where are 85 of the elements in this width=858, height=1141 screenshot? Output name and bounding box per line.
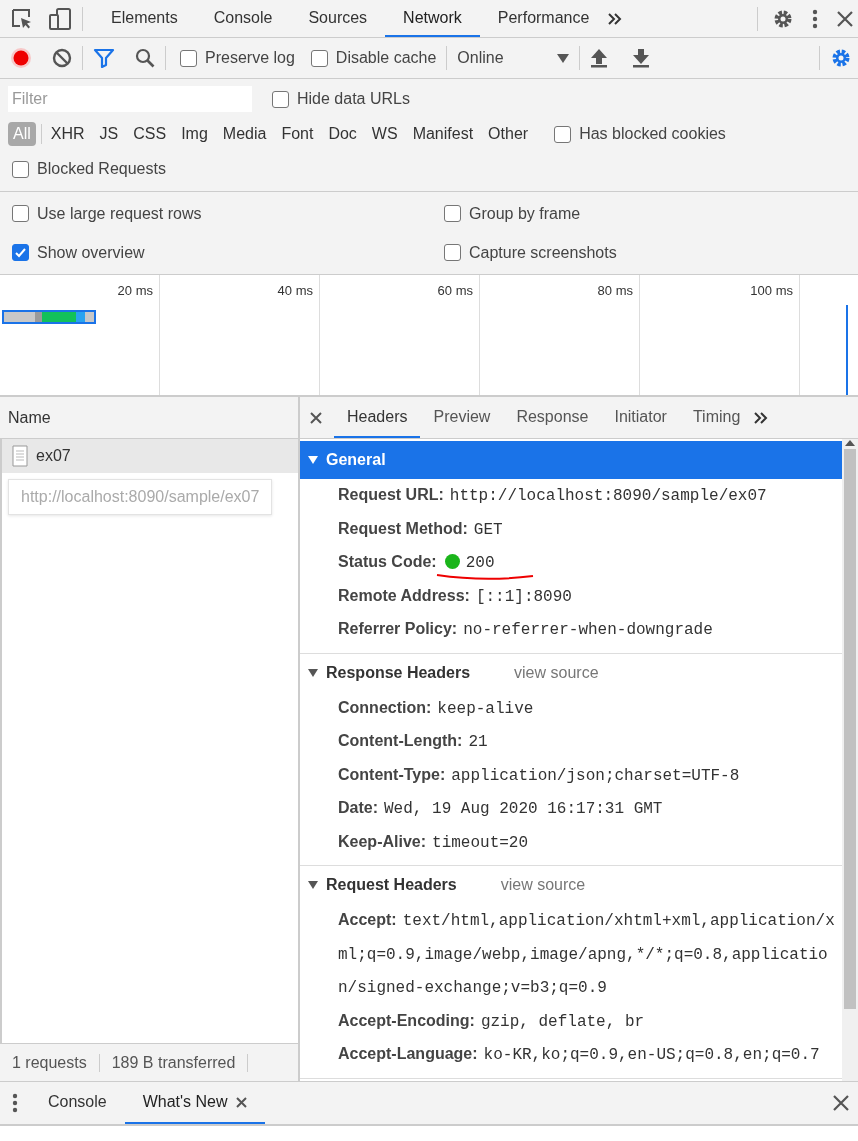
header-line: Accept-Encoding: gzip, deflate, br [337, 1010, 646, 1033]
panel-tab[interactable]: Elements [93, 0, 196, 37]
clear-icon[interactable] [52, 48, 72, 68]
panel-tab[interactable]: Sources [290, 0, 386, 37]
checkmark-icon [14, 246, 27, 259]
column-header[interactable]: Name [0, 397, 298, 439]
time-tick-label: 60 ms [437, 283, 473, 298]
more-options-icon[interactable] [812, 7, 818, 30]
type-filter[interactable]: Img [176, 122, 213, 146]
url-tooltip: http://localhost:8090/sample/ex07 [8, 479, 273, 515]
checkbox[interactable]: Has blocked cookies [554, 125, 726, 143]
close-icon[interactable] [832, 1094, 850, 1112]
detail-tab[interactable]: Initiator [601, 397, 680, 438]
close-icon[interactable] [836, 9, 854, 28]
close-icon[interactable] [310, 411, 322, 424]
type-filter[interactable]: Other [483, 122, 534, 146]
search-icon[interactable] [135, 48, 155, 68]
section-header[interactable]: General [300, 441, 842, 479]
type-filter[interactable]: WS [366, 122, 403, 146]
header-line: Content-Length: 21 [337, 731, 489, 753]
header-line: Keep-Alive: timeout=20 [337, 831, 530, 854]
view-source-link[interactable]: view source [514, 663, 599, 682]
type-filter[interactable]: Font [276, 122, 319, 146]
checkbox[interactable]: Blocked Requests [12, 160, 166, 178]
scrollbar[interactable] [842, 439, 858, 1081]
view-source-link[interactable]: view source [500, 876, 586, 894]
checkbox[interactable]: Show overview [12, 233, 444, 272]
header-line: Date: Wed, 19 Aug 2020 16:17:31 GMT [337, 798, 664, 820]
type-filter[interactable]: Manifest [407, 122, 479, 146]
document-icon [12, 445, 28, 467]
request-row[interactable]: ex07 [2, 439, 298, 473]
checkbox[interactable]: Preserve log [180, 49, 295, 67]
status-text: 189 B transferred [99, 1053, 249, 1072]
upload-icon[interactable] [590, 48, 609, 68]
header-line: Content-Type: application/json;charset=UTF-8 [337, 764, 741, 787]
expand-triangle-icon [308, 880, 318, 890]
close-icon[interactable] [235, 1096, 247, 1108]
settings-icon[interactable] [830, 47, 852, 69]
detail-tab[interactable]: Response [503, 397, 602, 438]
record-icon[interactable] [10, 47, 32, 69]
type-filter[interactable]: CSS [128, 122, 172, 146]
header-line: Request URL: http://localhost:8090/sample/ex07 [337, 485, 768, 507]
expand-triangle-icon [308, 667, 318, 678]
panel-tab[interactable]: Console [195, 0, 291, 37]
checkbox[interactable]: Hide data URLs [272, 90, 410, 108]
checkbox[interactable]: Group by frame [444, 194, 846, 233]
request-name: ex07 [36, 447, 71, 465]
chevrons-icon[interactable] [607, 10, 624, 27]
checkbox[interactable]: Use large request rows [12, 194, 444, 233]
time-tick-label: 20 ms [117, 283, 153, 298]
checkbox[interactable]: Capture screenshots [444, 233, 846, 272]
type-filter[interactable]: Doc [323, 122, 362, 146]
detail-tab[interactable]: Timing [679, 397, 754, 438]
detail-tab[interactable]: Preview [420, 397, 504, 438]
scroll-up-arrow-icon[interactable] [845, 439, 855, 447]
filter-icon[interactable] [93, 48, 115, 68]
time-tick-label: 40 ms [277, 283, 313, 298]
device-icon[interactable] [48, 6, 72, 31]
detail-tab[interactable]: Headers [334, 397, 421, 438]
section-header[interactable]: Response Headers view source [300, 653, 842, 692]
download-icon[interactable] [632, 48, 651, 68]
header-line: Accept-Language: ko-KR,ko;q=0.9,en-US;q=0.8,en;q=0.7 [337, 1044, 821, 1066]
status-text: 1 requests [0, 1053, 100, 1072]
panel-tab[interactable]: Performance [479, 0, 608, 37]
checkbox[interactable]: Disable cache [310, 49, 437, 67]
header-name: Status Code: [338, 553, 437, 570]
header-line: Remote Address: [::1]:8090 [337, 585, 573, 608]
chevrons-icon[interactable] [753, 409, 770, 426]
section-header[interactable]: Request Headers view source [300, 866, 842, 904]
type-filter[interactable]: XHR [45, 122, 90, 146]
header-line: Request Method: GET [337, 518, 504, 541]
header-line: Connection: keep-alive [337, 697, 535, 720]
status-dot-icon [444, 554, 460, 569]
filter-field[interactable]: Filter [8, 86, 252, 112]
time-tick-label: 100 ms [750, 283, 793, 298]
drawer-tab[interactable]: Console [30, 1082, 125, 1124]
caret-icon [557, 53, 570, 63]
expand-triangle-icon [308, 455, 318, 465]
time-tick-label: 80 ms [597, 283, 633, 298]
header-line: Referrer Policy: no-referrer-when-downgrade [337, 619, 714, 641]
type-filter[interactable]: JS [94, 122, 124, 146]
more-options-icon[interactable] [12, 1092, 18, 1114]
throttling-dropdown[interactable]: Online [457, 49, 570, 67]
header-value: 200 [465, 554, 495, 572]
type-filter[interactable]: Media [217, 122, 272, 146]
